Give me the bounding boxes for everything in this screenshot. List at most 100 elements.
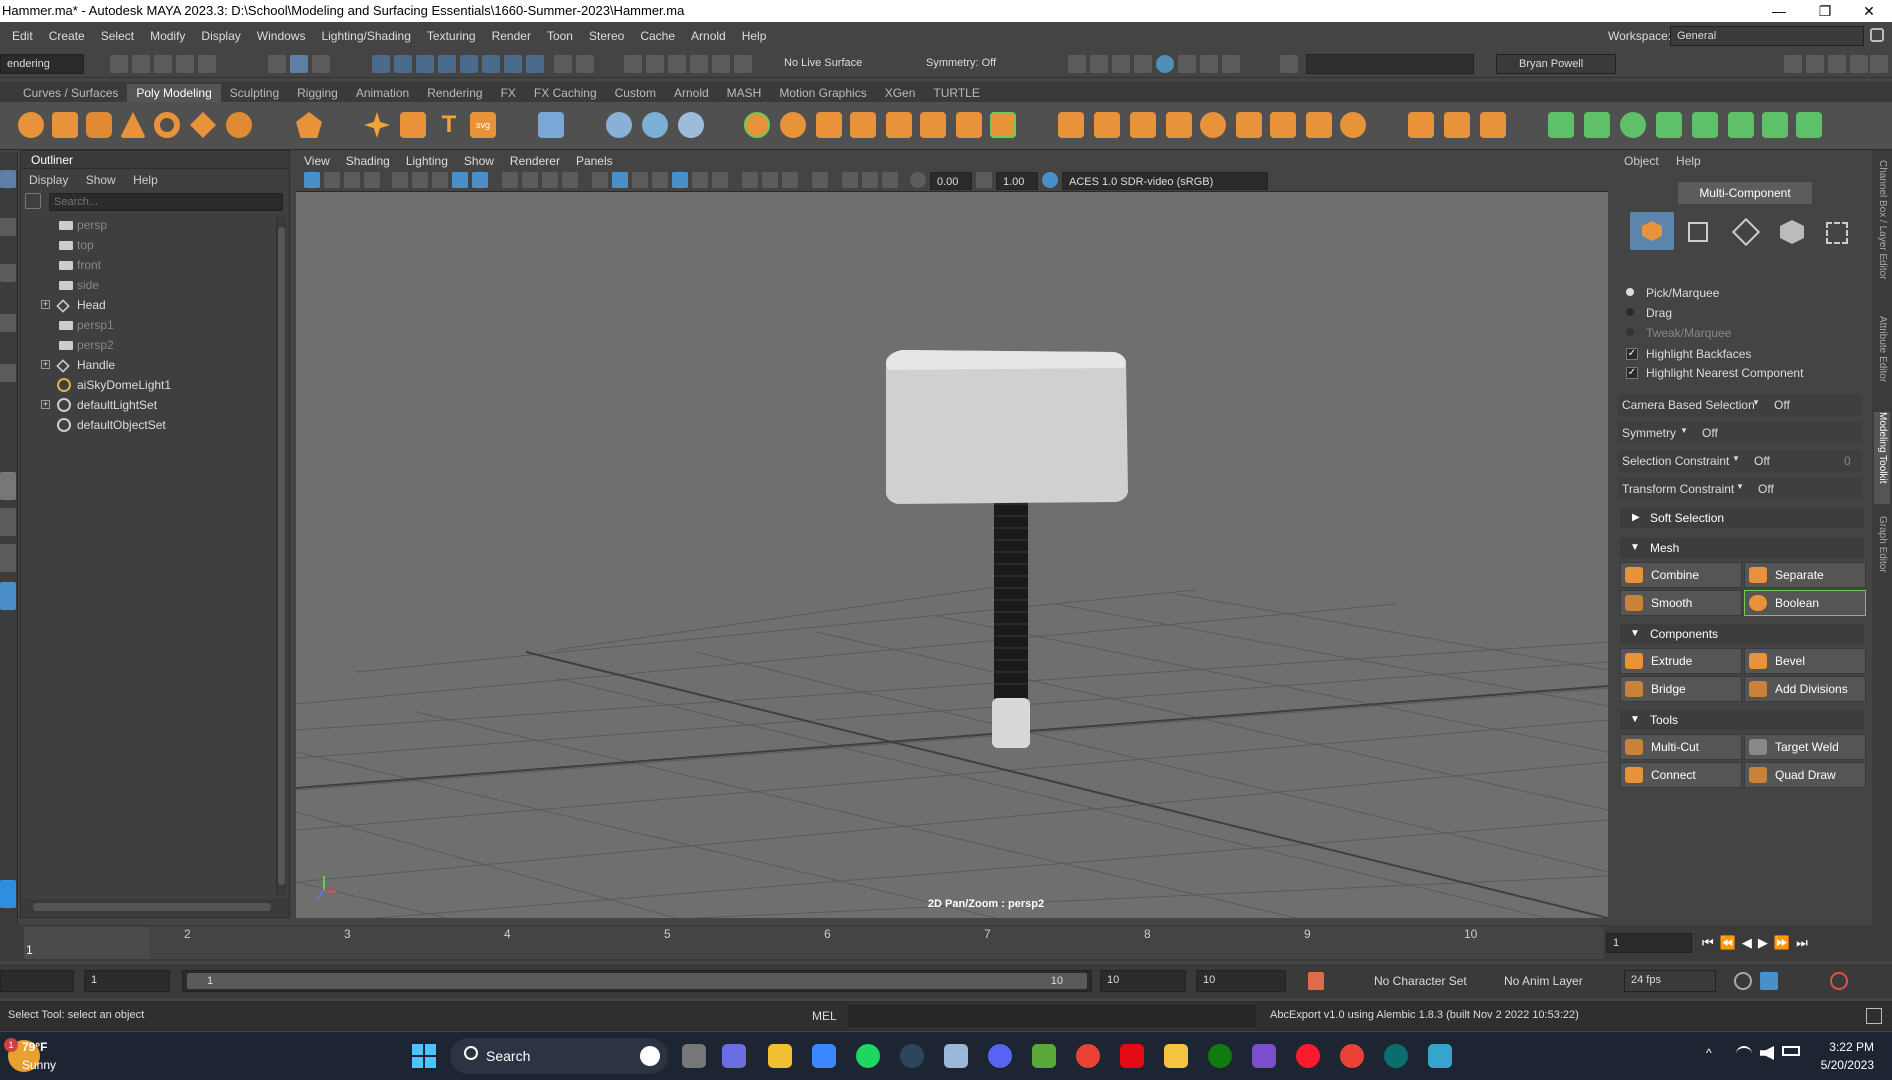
camera-attributes-icon[interactable] — [324, 172, 340, 188]
poly-cube-icon[interactable] — [52, 112, 78, 138]
wireframe-icon[interactable] — [592, 172, 608, 188]
menu-cache[interactable]: Cache — [640, 29, 675, 43]
tab-rendering[interactable]: Rendering — [418, 84, 491, 102]
quad-draw-button[interactable]: Quad Draw — [1744, 762, 1866, 788]
measure-tool-icon[interactable] — [606, 112, 632, 138]
photos-icon[interactable] — [944, 1044, 968, 1068]
menu-toon[interactable]: Toon — [547, 29, 573, 43]
center-pivot-icon[interactable] — [642, 112, 668, 138]
close-button[interactable]: ✕ — [1846, 0, 1892, 22]
steam-icon[interactable] — [900, 1044, 924, 1068]
uv-layout-icon[interactable] — [1728, 112, 1754, 138]
tray-chevron-icon[interactable]: ^ — [1706, 1046, 1712, 1060]
history-icon[interactable] — [624, 55, 642, 73]
side-by-side-pane-icon[interactable] — [0, 544, 16, 572]
tab-rigging[interactable]: Rigging — [288, 84, 347, 102]
components-section[interactable]: ▼ Components — [1620, 624, 1864, 644]
highlight-selection-icon[interactable] — [576, 55, 594, 73]
ambient-occlusion-icon[interactable] — [742, 172, 758, 188]
render-view-icon[interactable] — [1090, 55, 1108, 73]
poly-cone-icon[interactable] — [120, 112, 146, 138]
command-input[interactable] — [848, 1005, 1256, 1027]
smooth-shelf-icon[interactable] — [886, 112, 912, 138]
poly-sphere-icon[interactable] — [18, 112, 44, 138]
construction-history-icon[interactable] — [690, 55, 708, 73]
selection-constraint-row[interactable]: Selection Constraint ▼ Off 0 — [1618, 450, 1862, 472]
lock-icon[interactable] — [1870, 28, 1884, 42]
smooth-button[interactable]: Smooth — [1620, 590, 1742, 616]
redo-icon[interactable] — [198, 55, 216, 73]
bevel-shelf-icon[interactable] — [1094, 112, 1120, 138]
wifi-icon[interactable] — [1736, 1046, 1752, 1060]
widgets-icon[interactable] — [768, 1044, 792, 1068]
poly-disc-icon[interactable] — [226, 112, 252, 138]
boolean-union-icon[interactable] — [850, 112, 876, 138]
multi-cut-button[interactable]: Multi-Cut — [1620, 734, 1742, 760]
tab-fx[interactable]: FX — [492, 84, 525, 102]
panel-layout-3-icon[interactable] — [1850, 55, 1868, 73]
bridge-edge-icon[interactable] — [1130, 112, 1156, 138]
toolkit-menu-help[interactable]: Help — [1676, 154, 1701, 168]
bookmarks-icon[interactable] — [344, 172, 360, 188]
target-weld-shelf-icon[interactable] — [1444, 112, 1470, 138]
netflix-icon[interactable] — [1120, 1044, 1144, 1068]
mirror-shelf-icon[interactable] — [956, 112, 982, 138]
menu-help[interactable]: Help — [742, 29, 767, 43]
input-connections-icon[interactable] — [646, 55, 664, 73]
insert-edgeloop-icon[interactable] — [1340, 112, 1366, 138]
loop-icon[interactable] — [1734, 972, 1752, 990]
safe-title-icon[interactable] — [562, 172, 578, 188]
outliner-scrollbar[interactable] — [276, 217, 286, 895]
arnold-ipr-icon[interactable] — [1200, 55, 1218, 73]
soft-selection-section[interactable]: ▶ Soft Selection — [1620, 508, 1864, 528]
discord-icon[interactable] — [988, 1044, 1012, 1068]
symmetry-toggle[interactable]: Symmetry: Off — [920, 54, 1016, 74]
tab-curves-surfaces[interactable]: Curves / Surfaces — [14, 84, 127, 102]
menu-create[interactable]: Create — [49, 29, 85, 43]
live-surface-label[interactable]: No Live Surface — [778, 54, 878, 74]
append-polygon-icon[interactable] — [1270, 112, 1296, 138]
arnold-render-icon[interactable] — [1178, 55, 1196, 73]
undo-icon[interactable] — [176, 55, 194, 73]
multi-cut-shelf-icon[interactable] — [1408, 112, 1434, 138]
menu-edit[interactable]: Edit — [12, 29, 33, 43]
mesh-section[interactable]: ▼ Mesh — [1620, 538, 1864, 558]
wedge-face-icon[interactable] — [1200, 112, 1226, 138]
xray-active-icon[interactable] — [862, 172, 878, 188]
extract-shelf-icon[interactable] — [816, 112, 842, 138]
pick-marquee-radio[interactable] — [1626, 288, 1634, 296]
lights-icon[interactable] — [692, 172, 708, 188]
highlight-backfaces-checkbox[interactable]: ✓ — [1626, 348, 1638, 360]
minecraft-icon[interactable] — [1032, 1044, 1056, 1068]
tab-sculpting[interactable]: Sculpting — [221, 84, 288, 102]
viewport-menu-view[interactable]: View — [304, 154, 330, 168]
textured-icon[interactable] — [652, 172, 668, 188]
record-icon[interactable] — [1830, 972, 1848, 990]
image-plane-icon[interactable] — [364, 172, 380, 188]
type-tool-icon[interactable]: T — [436, 112, 462, 138]
paint-side-icon[interactable] — [0, 264, 16, 282]
outliner-filter-icon[interactable] — [25, 193, 41, 209]
teams-icon[interactable] — [722, 1044, 746, 1068]
menu-windows[interactable]: Windows — [257, 29, 306, 43]
hypershade-icon[interactable] — [1156, 55, 1174, 73]
fill-hole-icon[interactable] — [1236, 112, 1262, 138]
camera-lock-icon[interactable] — [882, 172, 898, 188]
move-tool-icon[interactable] — [1784, 55, 1802, 73]
menu-select[interactable]: Select — [101, 29, 134, 43]
sweep-mesh-icon[interactable] — [400, 112, 426, 138]
panel-layout-icon[interactable] — [1806, 55, 1824, 73]
hammer-pommel[interactable] — [992, 698, 1030, 748]
snap-vertex-icon[interactable] — [504, 55, 522, 73]
chrome-icon[interactable] — [1076, 1044, 1100, 1068]
scene-start-field[interactable] — [0, 970, 74, 992]
gate-mask-icon[interactable] — [502, 172, 518, 188]
user-account-dropdown[interactable]: Bryan Powell — [1496, 54, 1616, 74]
time-slider[interactable]: 1 2 3 4 5 6 7 8 9 10 1 ⏮⏪◀▶⏩⏭ — [0, 925, 1892, 961]
workspace-dropdown[interactable]: General — [1670, 26, 1864, 46]
menu-render[interactable]: Render — [492, 29, 531, 43]
vertex-mode-icon[interactable] — [1688, 222, 1708, 242]
viewport-menu-show[interactable]: Show — [464, 154, 494, 168]
viewport-scene[interactable] — [296, 192, 1608, 918]
exposure-field[interactable]: 0.00 — [930, 172, 972, 190]
